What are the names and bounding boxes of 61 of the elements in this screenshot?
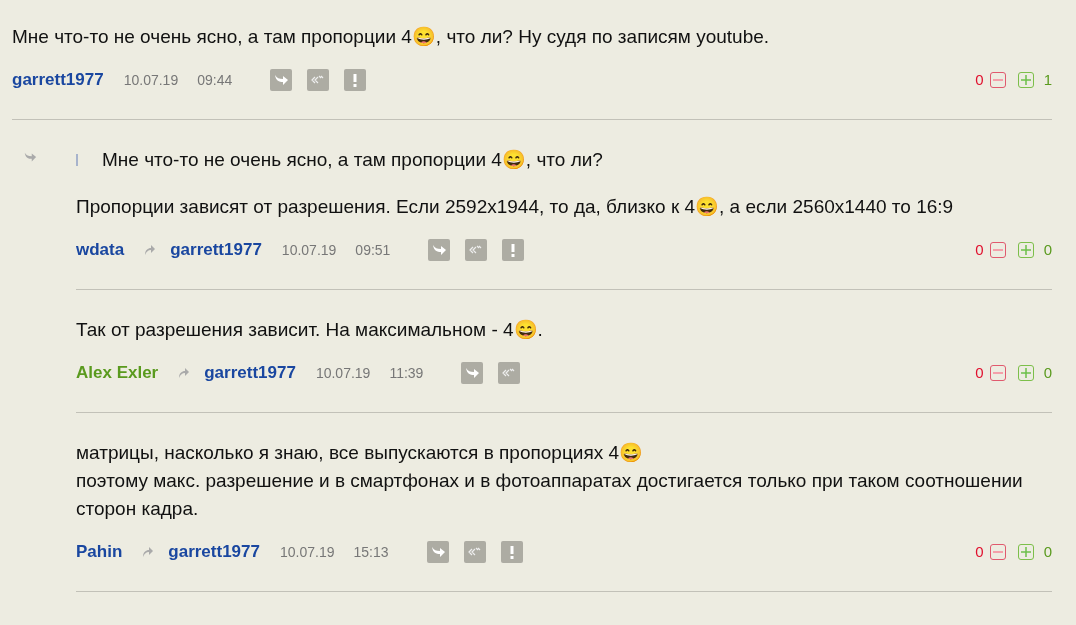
report-button[interactable] (502, 239, 525, 261)
vote-up-button[interactable] (1017, 72, 1034, 88)
report-button[interactable] (500, 541, 523, 563)
minus-icon (992, 372, 1003, 374)
quote-icon (469, 245, 484, 255)
reply-button[interactable] (426, 541, 449, 563)
quote-button[interactable] (463, 541, 486, 563)
quote-icon (311, 75, 326, 85)
plus-count: 0 (1043, 239, 1052, 260)
comment-date: 10.07.19 (281, 240, 337, 260)
plus-icon (1020, 75, 1031, 85)
quote-icon (467, 547, 482, 557)
quote-button[interactable] (498, 362, 521, 384)
vote-down-button[interactable] (989, 365, 1006, 381)
reply-to-arrow-icon (144, 244, 157, 256)
minus-count: 0 (975, 541, 984, 562)
quote-button[interactable] (465, 239, 488, 261)
report-button[interactable] (344, 69, 367, 91)
minus-icon (992, 79, 1003, 81)
comment-text: матрицы, насколько я знаю, все выпускаются в пропорциях 4😄 поэтому макс. разрешение и в смартфонах и в фотоаппаратах достигается только при таком соотношении сторон кадра. (76, 441, 1024, 521)
reply-to-arrow-icon (142, 546, 155, 558)
vote-down-button[interactable] (989, 242, 1006, 258)
comment-text: Мне что-то не очень ясно, а там пропорции 4😄, что ли? Ну судя по записям youtube. (12, 25, 771, 49)
author-link[interactable]: Pahin (76, 539, 123, 565)
comment-time: 09:51 (355, 240, 391, 260)
minus-count: 0 (975, 69, 984, 90)
plus-icon (1020, 547, 1031, 557)
reply-button[interactable] (461, 362, 484, 384)
minus-icon (992, 551, 1003, 553)
quote-button[interactable] (307, 69, 330, 91)
plus-count: 0 (1043, 541, 1052, 562)
vote-down-button[interactable] (989, 72, 1006, 88)
minus-icon (992, 249, 1003, 251)
comment-time: 09:44 (197, 70, 233, 90)
reply-button[interactable] (270, 69, 293, 91)
plus-count: 1 (1043, 69, 1052, 90)
comment-date: 10.07.19 (279, 542, 335, 562)
comment-date: 10.07.19 (315, 363, 371, 383)
comment-time: 15:13 (353, 542, 389, 562)
vote-up-button[interactable] (1017, 242, 1034, 258)
plus-icon (1020, 245, 1031, 255)
plus-icon (1020, 368, 1031, 378)
minus-count: 0 (975, 362, 984, 383)
comment-text: Так от разрешения зависит. На максимальном - 4😄. (76, 318, 544, 342)
quoted-text: Мне что-то не очень ясно, а там пропорции 4😄, что ли? (102, 148, 603, 172)
reply-to-link[interactable]: garrett1977 (170, 237, 262, 263)
minus-count: 0 (975, 239, 984, 260)
comment-text: Пропорции зависят от разрешения. Если 2592x1944, то да, близко к 4😄, а если 2560x1440 то 16:9 (76, 195, 955, 219)
author-link[interactable]: garrett1977 (12, 67, 104, 93)
comment-time: 11:39 (389, 363, 424, 383)
author-link[interactable]: wdata (76, 237, 125, 263)
vote-up-button[interactable] (1017, 544, 1034, 560)
vote-down-button[interactable] (989, 544, 1006, 560)
plus-count: 0 (1043, 362, 1052, 383)
reply-to-link[interactable]: garrett1977 (168, 539, 260, 565)
reply-button[interactable] (428, 239, 451, 261)
vote-up-button[interactable] (1017, 365, 1034, 381)
reply-to-link[interactable]: garrett1977 (204, 360, 296, 386)
quote-icon (502, 368, 517, 378)
comment-date: 10.07.19 (123, 70, 179, 90)
reply-to-arrow-icon (178, 367, 191, 379)
